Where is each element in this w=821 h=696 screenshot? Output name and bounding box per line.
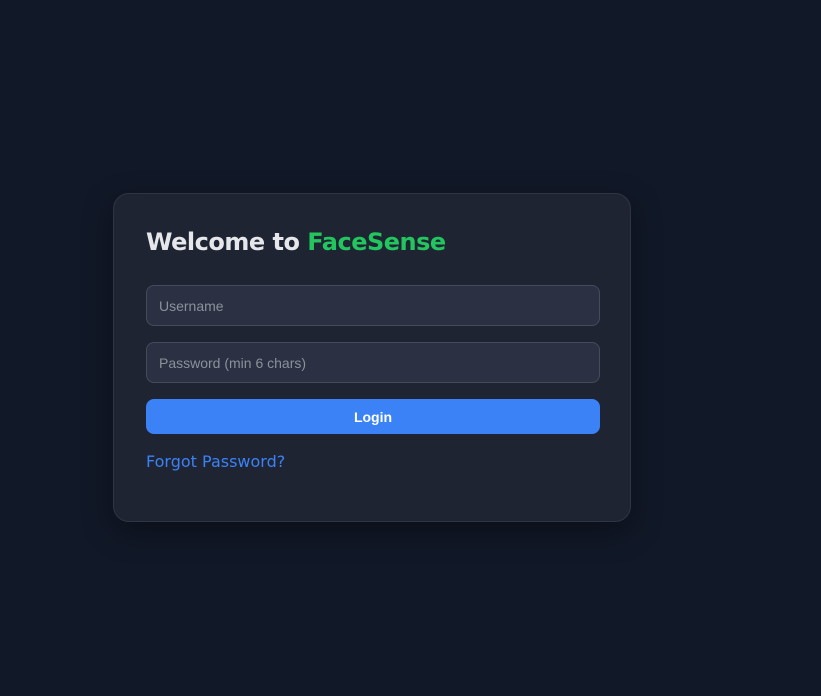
brand-name: FaceSense (307, 228, 446, 256)
forgot-password-link[interactable]: Forgot Password? (146, 452, 285, 471)
login-card: Welcome to FaceSense Login Forgot Passwo… (113, 193, 631, 522)
title-prefix: Welcome to (146, 228, 300, 256)
login-button[interactable]: Login (146, 399, 600, 434)
page-title: Welcome to FaceSense (146, 228, 446, 256)
password-input[interactable] (146, 342, 600, 383)
username-input[interactable] (146, 285, 600, 326)
